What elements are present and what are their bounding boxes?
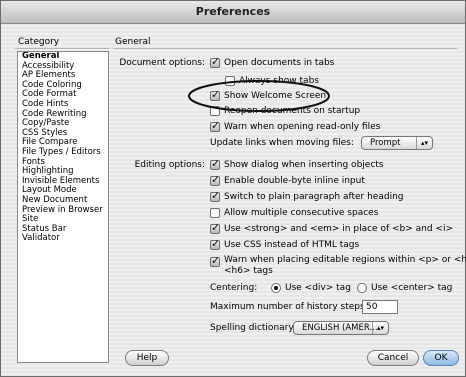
window-title: Preferences <box>1 1 465 24</box>
category-list[interactable]: General Accessibility AP Elements Code C… <box>17 51 109 363</box>
use-div-radio[interactable] <box>271 283 281 293</box>
history-steps-label: Maximum number of history steps: <box>210 302 368 312</box>
warn-editable-regions-label-2: <h6> tags <box>224 266 273 276</box>
ok-button[interactable]: OK <box>423 350 459 366</box>
strong-em-checkbox[interactable] <box>210 221 220 234</box>
update-links-value: Prompt <box>370 138 401 148</box>
popup-arrows-icon: ▴▾ <box>416 137 432 149</box>
cancel-button[interactable]: Cancel <box>367 350 419 366</box>
show-dialog-inserting-checkbox[interactable] <box>210 157 220 170</box>
help-button[interactable]: Help <box>125 350 169 366</box>
strong-em-label: Use <strong> and <em> in place of <b> an… <box>224 224 454 234</box>
category-item-validator[interactable]: Validator <box>18 234 108 244</box>
plain-paragraph-checkbox[interactable] <box>210 189 220 202</box>
preferences-window: Preferences Category General General Acc… <box>0 0 466 377</box>
category-divider <box>15 48 109 49</box>
spelling-dictionary-label: Spelling dictionary: <box>210 323 297 333</box>
warn-readonly-label: Warn when opening read-only files <box>224 122 381 132</box>
update-links-popup[interactable]: Prompt ▴▾ <box>361 136 433 150</box>
history-steps-input[interactable]: 50 <box>362 300 398 314</box>
editing-options-label: Editing options: <box>134 160 205 170</box>
spelling-dictionary-value: ENGLISH (AMER... <box>302 323 378 333</box>
use-css-label: Use CSS instead of HTML tags <box>224 240 360 250</box>
warn-readonly-checkbox[interactable] <box>210 119 220 132</box>
open-in-tabs-label: Open documents in tabs <box>224 58 335 68</box>
spelling-dictionary-popup[interactable]: ENGLISH (AMER... ▴▾ <box>293 321 389 335</box>
document-options-label: Document options: <box>119 58 205 68</box>
double-byte-input-checkbox[interactable] <box>210 173 220 186</box>
panel-divider <box>113 48 457 49</box>
use-center-radio[interactable] <box>357 283 367 293</box>
centering-label: Centering: <box>210 283 258 293</box>
use-div-label: Use <div> tag <box>285 283 351 293</box>
popup-arrows-icon: ▴▾ <box>372 322 388 334</box>
warn-editable-regions-checkbox[interactable] <box>210 254 220 267</box>
category-header: Category <box>18 37 60 47</box>
panel-header: General <box>115 37 151 47</box>
annotation-ellipse <box>188 80 330 112</box>
consecutive-spaces-label: Allow multiple consecutive spaces <box>224 208 379 218</box>
use-center-label: Use <center> tag <box>371 283 453 293</box>
open-in-tabs-checkbox[interactable] <box>210 55 220 68</box>
show-dialog-inserting-label: Show dialog when inserting objects <box>224 160 384 170</box>
plain-paragraph-label: Switch to plain paragraph after heading <box>224 192 404 202</box>
consecutive-spaces-checkbox[interactable] <box>210 208 220 218</box>
use-css-checkbox[interactable] <box>210 237 220 250</box>
double-byte-input-label: Enable double-byte inline input <box>224 176 365 186</box>
warn-editable-regions-label: Warn when placing editable regions withi… <box>224 255 466 265</box>
update-links-label: Update links when moving files: <box>210 138 354 148</box>
